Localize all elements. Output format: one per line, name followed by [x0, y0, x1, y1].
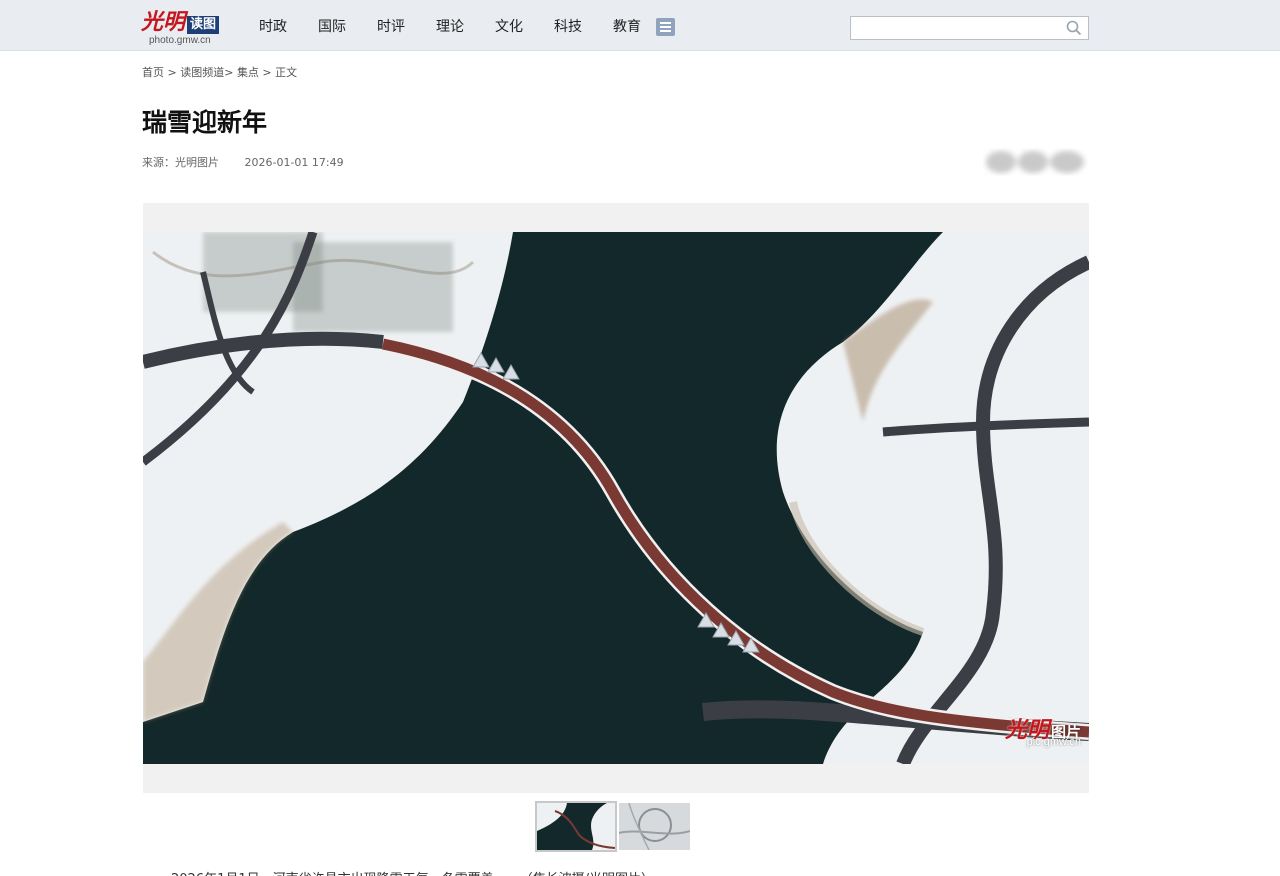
- nav-item-culture[interactable]: 文化: [495, 16, 523, 36]
- logo-mark: 光明: [141, 9, 186, 35]
- breadcrumb: 首页 > 读图频道> 集点 > 正文: [142, 64, 297, 80]
- nav-item-education[interactable]: 教育: [613, 16, 641, 36]
- search-box: [850, 16, 1089, 40]
- thumbnail-1[interactable]: [535, 801, 617, 852]
- nav-item-technology[interactable]: 科技: [554, 16, 582, 36]
- logo-url: photo.gmw.cn: [149, 35, 211, 46]
- article-source: 来源：光明图片: [142, 156, 219, 169]
- article-meta: 来源：光明图片 2026-01-01 17:49: [142, 154, 344, 170]
- breadcrumb-separator: >: [224, 66, 237, 79]
- thumbnail-2[interactable]: [619, 803, 690, 850]
- search-input[interactable]: [855, 19, 1060, 37]
- nav-item-theory[interactable]: 理论: [436, 16, 464, 36]
- menu-icon[interactable]: [656, 18, 675, 36]
- photo-viewer: 光明 图片 pic.gmw.cn: [143, 203, 1089, 793]
- site-logo[interactable]: 光明 读图 photo.gmw.cn: [141, 8, 223, 46]
- nav-item-international[interactable]: 国际: [318, 16, 346, 36]
- breadcrumb-photo-channel[interactable]: 读图频道: [180, 66, 224, 79]
- share-buttons[interactable]: [983, 146, 1089, 178]
- search-icon[interactable]: [1066, 20, 1082, 36]
- breadcrumb-separator: >: [258, 66, 276, 79]
- watermark-url: pic.gmw.cn: [1026, 736, 1081, 748]
- breadcrumb-focus[interactable]: 集点: [237, 66, 259, 79]
- breadcrumb-separator: >: [164, 66, 181, 79]
- article-time: 2026-01-01 17:49: [244, 156, 344, 169]
- article-title: 瑞雪迎新年: [142, 108, 268, 137]
- main-nav: 时政 国际 时评 理论 文化 科技 教育: [259, 0, 672, 51]
- logo-badge: 读图: [187, 16, 220, 34]
- breadcrumb-home[interactable]: 首页: [142, 66, 164, 79]
- article-body: 2026年1月1日，河南省许昌市出现降雪天气，冬雪覆盖……（焦长波摄/光明图片）: [171, 868, 951, 876]
- photo-watermark: 光明 图片 pic.gmw.cn: [1005, 712, 1081, 748]
- nav-item-commentary[interactable]: 时评: [377, 16, 405, 36]
- nav-item-politics[interactable]: 时政: [259, 16, 287, 36]
- main-photo[interactable]: 光明 图片 pic.gmw.cn: [143, 232, 1089, 764]
- breadcrumb-current: 正文: [275, 66, 298, 79]
- thumbnail-strip: [535, 801, 694, 852]
- top-navigation-bar: 光明 读图 photo.gmw.cn 时政 国际 时评 理论 文化 科技 教育: [0, 0, 1280, 51]
